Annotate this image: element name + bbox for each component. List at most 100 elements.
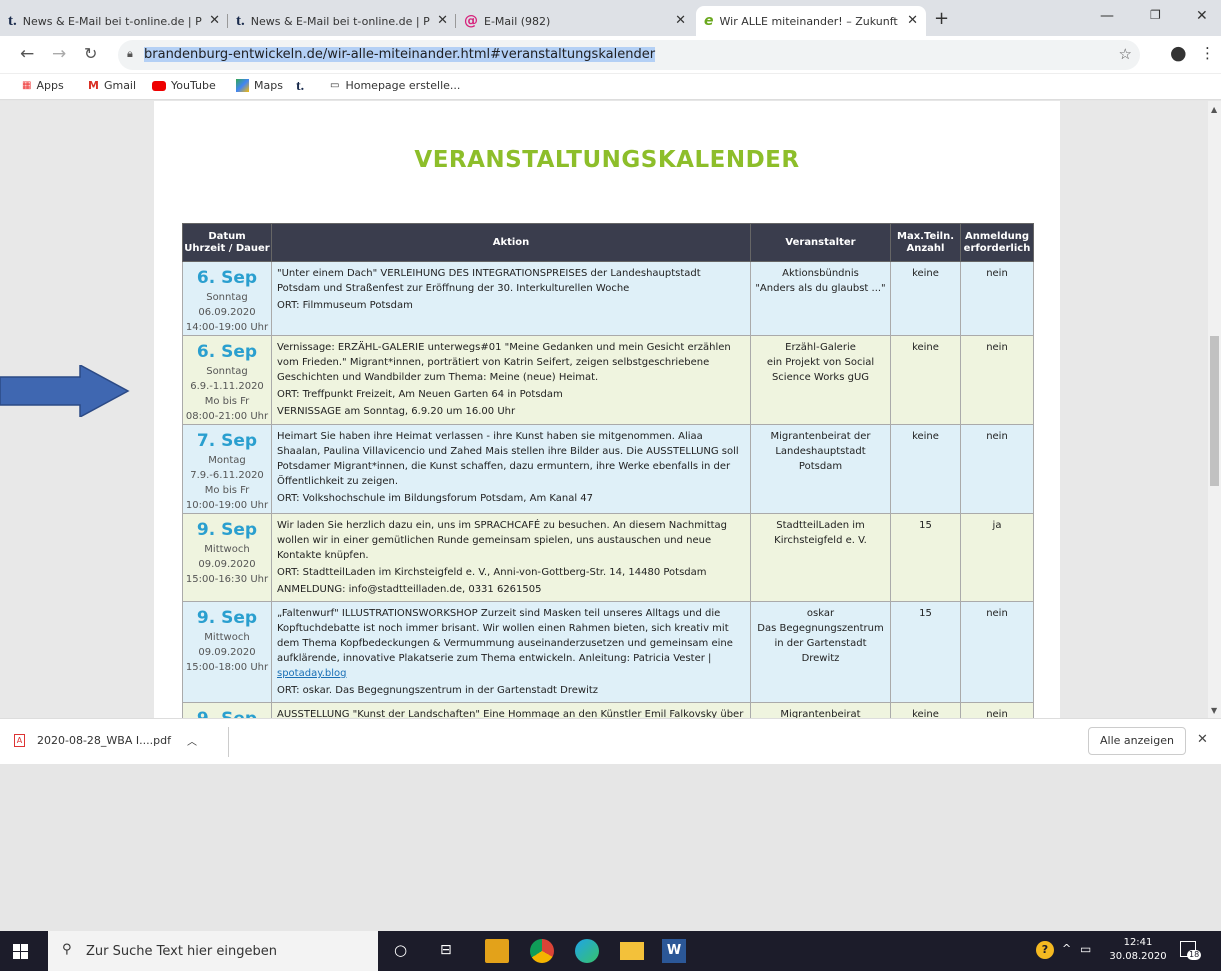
event-date-line: 15:00-18:00 Uhr [185,662,269,673]
event-day: 9. Sep [196,608,258,628]
minimize-icon[interactable]: — [1100,8,1114,24]
event-date-cell: 9. SepMittwoch9.-16.09.202012:00-16:00 U… [182,702,272,718]
folder-icon[interactable] [620,942,644,960]
menu-kebab-icon[interactable]: ⋮ [1200,44,1215,62]
event-location: ORT: Treffpunkt Freizeit, Am Neuen Garte… [277,389,563,400]
bookmark-star-icon[interactable]: ☆ [1119,45,1132,63]
event-description: AUSSTELLUNG "Kunst der Landschaften" Ein… [277,709,744,718]
blue-arrow-annotation [0,365,130,417]
header-veranstalter: Veranstalter [750,223,891,262]
event-registration-required: nein [960,335,1034,425]
notification-center[interactable]: 18 [1180,941,1202,961]
event-organizer: Erzähl-Galerie ein Projekt von Social Sc… [750,335,891,425]
tab-close-icon[interactable]: ✕ [675,13,686,28]
event-note: VERNISSAGE am Sonntag, 6.9.20 um 16.00 U… [277,406,516,417]
window-close-icon[interactable]: ✕ [1196,8,1208,24]
reload-icon[interactable]: ↻ [84,44,97,63]
profile-icon[interactable]: ● [1170,42,1187,64]
url-text[interactable]: brandenburg-entwickeln.de/wir-alle-mitei… [144,47,656,62]
edge-icon[interactable] [575,939,599,963]
event-action-cell: Wir laden Sie herzlich dazu ein, uns im … [271,513,751,602]
taskbar-search-box[interactable]: ⚲ Zur Suche Text hier eingeben [48,931,378,971]
event-date-cell: 9. Sep Mittwoch 09.09.2020 15:00-18:00 Uhr [182,601,272,703]
gmail-icon: M [88,79,99,92]
scrollbar-thumb[interactable] [1210,336,1219,486]
back-icon[interactable]: ← [20,44,34,64]
header-max-teilnehmer: Max.Teiln. Anzahl [890,223,961,262]
event-registration-required: nein [960,424,1034,514]
bookmark-gmail[interactable]: M Gmail [88,79,136,92]
bookmark-homepage[interactable]: ▭ Homepage erstelle... [330,79,460,92]
event-date-line: 10:00-19:00 Uhr [185,500,269,511]
show-all-button[interactable]: Alle anzeigen [1088,727,1186,755]
tray-chevron-icon[interactable]: ^ [1062,942,1071,955]
event-date-cell: 6. Sep Sonntag 6.9.-1.11.2020 Mo bis Fr 08:0… [182,335,272,425]
event-date-cell: 7. Sep Montag 7.9.-6.11.2020 Mo bis Fr 10:00… [182,424,272,514]
network-icon[interactable]: ▭ [1080,942,1091,956]
browser-toolbar: ← → ↻ 🔒︎ brandenburg-entwickeln.de/wir-a… [0,36,1221,74]
event-note: ANMELDUNG: info@stadtteilladen.de, 0331 … [277,584,542,595]
cortana-icon[interactable]: ○ [394,941,407,959]
tab-close-icon[interactable]: ✕ [209,13,220,28]
bookmark-youtube[interactable]: YouTube [152,79,216,92]
lock-icon: 🔒︎ [127,47,133,60]
scroll-down-icon[interactable]: ▼ [1211,706,1217,715]
tab-title: E-Mail (982) [484,14,551,28]
t-online-icon: t. [236,12,245,29]
word-icon[interactable]: W [662,939,686,963]
bookmarks-bar: ▦ Apps M Gmail YouTube Maps t. ▭ Homepag… [0,74,1221,100]
windows-start-icon[interactable] [13,944,28,959]
event-location: ORT: Filmmuseum Potsdam [277,300,413,311]
event-date-line: Montag [208,455,246,466]
help-icon[interactable]: ? [1036,941,1054,959]
tab-t-online-1[interactable]: t. News & E-Mail bei t-online.de | P ✕ [0,6,228,36]
event-max-participants: keine [890,261,961,336]
clock[interactable]: 12:41 30.08.2020 [1108,936,1168,964]
event-link[interactable]: spotaday.blog [277,668,346,679]
event-max-participants: 15 [890,601,961,703]
bookmark-t-online[interactable]: t. [296,79,304,95]
tab-close-icon[interactable]: ✕ [437,13,448,28]
event-organizer: Aktionsbündnis "Anders als du glaubst ..… [750,261,891,336]
bookmark-label: YouTube [171,79,216,92]
new-tab-icon[interactable]: + [934,8,949,29]
event-action-cell: "Unter einem Dach" VERLEIHUNG DES INTEGR… [271,261,751,336]
file-manager-app-icon[interactable] [485,939,509,963]
task-view-icon[interactable]: ⊟ [440,942,452,958]
event-max-participants: keine [890,424,961,514]
event-date-line: 6.9.-1.11.2020 [190,381,264,392]
address-bar[interactable]: 🔒︎ brandenburg-entwickeln.de/wir-alle-mi… [118,40,1140,70]
bookmark-label: Apps [36,79,64,92]
event-date-line: 14:00-19:00 Uhr [185,322,269,333]
event-organizer: StadtteilLaden im Kirchsteigfeld e. V. [750,513,891,602]
tab-email[interactable]: @ E-Mail (982) ✕ [456,6,694,36]
scroll-up-icon[interactable]: ▲ [1211,105,1217,114]
event-date-line: 06.09.2020 [198,307,256,318]
close-downloads-icon[interactable]: ✕ [1197,732,1208,747]
bookmark-apps[interactable]: ▦ Apps [22,79,64,92]
chevron-up-icon[interactable]: ︿ [187,733,197,748]
bookmark-maps[interactable]: Maps [236,79,283,92]
download-item[interactable]: A 2020-08-28_WBA I....pdf ︿ [14,733,197,748]
tab-t-online-2[interactable]: t. News & E-Mail bei t-online.de | P ✕ [228,6,456,36]
restore-icon[interactable]: ❐ [1150,8,1161,22]
table-header-row: Datum Uhrzeit / Dauer Aktion Veranstalter… [182,223,1034,262]
event-max-participants: keine [890,702,961,718]
content-card: VERANSTALTUNGSKALENDER Datum Uhrzeit / Da… [154,101,1060,718]
event-day: 6. Sep [196,268,258,288]
vertical-scrollbar[interactable]: ▲ ▼ [1208,101,1221,718]
chrome-icon[interactable] [530,939,554,963]
tab-active[interactable]: e Wir ALLE miteinander! – Zukunft ✕ [696,6,926,36]
event-date-line: 08:00-21:00 Uhr [185,411,269,422]
download-filename: 2020-08-28_WBA I....pdf [37,734,171,747]
tab-title: Wir ALLE miteinander! – Zukunft [719,14,898,28]
event-action-cell: Heimart Sie haben ihre Heimat verlassen … [271,424,751,514]
event-date-line: Mo bis Fr [204,485,250,496]
event-organizer: Migrantenbeirat [750,702,891,718]
bookmark-label: Homepage erstelle... [345,79,461,92]
maps-icon [236,79,249,92]
tab-close-icon[interactable]: ✕ [907,13,918,28]
forward-icon[interactable]: → [52,44,66,64]
header-anmeldung: Anmeldung erforderlich [960,223,1034,262]
event-day: 9. Sep [196,520,258,540]
